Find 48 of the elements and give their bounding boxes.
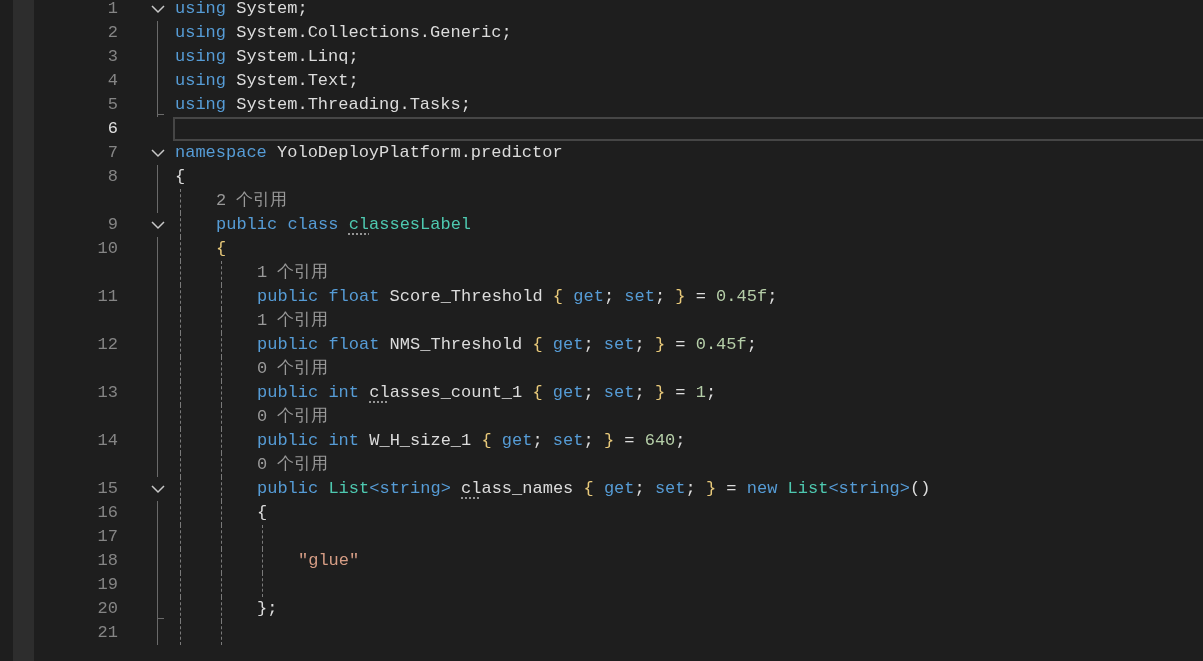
code-line: using System.Text;	[175, 71, 359, 91]
code-line: {	[216, 239, 227, 259]
collapse-chevron-icon[interactable]	[151, 221, 165, 230]
code-line: public int classes_count_1 { get; set; } = 1;	[257, 383, 717, 403]
code-line: };	[257, 599, 278, 619]
line-number: 7	[107, 143, 118, 163]
code-line: {	[257, 503, 268, 523]
line-number: 9	[107, 215, 118, 235]
code-line: using System.Threading.Tasks;	[175, 95, 471, 115]
line-number: 19	[97, 575, 118, 595]
code-line: public float Score_Threshold { get; set; } = 0.45f;	[257, 287, 778, 307]
code-line: public List<string> class_names { get; set; } = new List<string>()	[257, 479, 931, 499]
collapse-chevron-icon[interactable]	[151, 149, 165, 158]
line-number: 12	[97, 335, 118, 355]
code-line: using System;	[175, 0, 308, 19]
line-number: 6	[107, 119, 118, 139]
line-number: 17	[97, 527, 118, 547]
reference-count-link[interactable]: 1 个引用	[257, 263, 329, 283]
line-number: 13	[97, 383, 118, 403]
line-number: 14	[97, 431, 118, 451]
line-number: 21	[97, 623, 118, 643]
line-number: 16	[97, 503, 118, 523]
line-number: 3	[107, 47, 118, 67]
code-line: namespace YoloDeployPlatform.predictor	[175, 143, 563, 163]
collapse-chevron-icon[interactable]	[151, 5, 165, 14]
code-line: using System.Linq;	[175, 47, 359, 67]
code-line: using System.Collections.Generic;	[175, 23, 512, 43]
line-number: 10	[97, 239, 118, 259]
reference-count-link[interactable]: 2 个引用	[216, 191, 288, 211]
reference-count-link[interactable]: 1 个引用	[257, 311, 329, 331]
code-line: {	[175, 167, 186, 187]
line-number: 2	[107, 23, 118, 43]
line-number: 11	[97, 287, 118, 307]
code-line: "glue"	[298, 551, 360, 571]
code-line: public float NMS_Threshold { get; set; } = 0.45f;	[257, 335, 757, 355]
line-number: 5	[107, 95, 118, 115]
reference-count-link[interactable]: 0 个引用	[257, 407, 329, 427]
line-number: 1	[107, 0, 118, 19]
code-line: public int W_H_size_1 { get; set; } = 640;	[257, 431, 686, 451]
line-number: 15	[97, 479, 118, 499]
line-number: 8	[107, 167, 118, 187]
reference-count-link[interactable]: 0 个引用	[257, 359, 329, 379]
code-line: public class classesLabel	[216, 215, 472, 235]
line-number: 18	[97, 551, 118, 571]
line-number: 4	[107, 71, 118, 91]
collapse-chevron-icon[interactable]	[151, 485, 165, 494]
line-number: 20	[97, 599, 118, 619]
reference-count-link[interactable]: 0 个引用	[257, 455, 329, 475]
